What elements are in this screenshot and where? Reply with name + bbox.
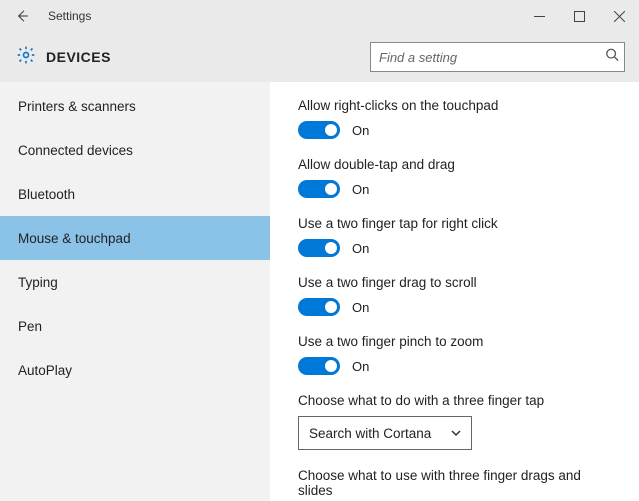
sidebar-item-bluetooth[interactable]: Bluetooth	[0, 172, 270, 216]
content-panel: Allow right-clicks on the touchpad On Al…	[270, 82, 639, 501]
setting-three-finger-drag: Choose what to use with three finger dra…	[298, 468, 617, 501]
sidebar-item-connected-devices[interactable]: Connected devices	[0, 128, 270, 172]
setting-two-finger-tap: Use a two finger tap for right click On	[298, 216, 617, 257]
sidebar-item-label: Pen	[18, 319, 42, 334]
toggle-row: On	[298, 180, 617, 198]
setting-label: Choose what to do with a three finger ta…	[298, 393, 617, 408]
select-three-finger-tap[interactable]: Search with Cortana	[298, 416, 472, 450]
header: DEVICES	[0, 32, 639, 82]
window-title: Settings	[48, 9, 91, 23]
setting-two-finger-drag: Use a two finger drag to scroll On	[298, 275, 617, 316]
back-button[interactable]	[10, 4, 34, 28]
body: Printers & scanners Connected devices Bl…	[0, 82, 639, 501]
toggle-row: On	[298, 298, 617, 316]
toggle-state: On	[352, 182, 369, 197]
page-title: DEVICES	[46, 49, 111, 65]
sidebar-item-label: Bluetooth	[18, 187, 75, 202]
sidebar-item-printers-scanners[interactable]: Printers & scanners	[0, 84, 270, 128]
toggle-switch[interactable]	[298, 298, 340, 316]
sidebar-item-label: Connected devices	[18, 143, 133, 158]
toggle-state: On	[352, 359, 369, 374]
maximize-icon	[574, 11, 585, 22]
toggle-switch[interactable]	[298, 121, 340, 139]
titlebar: Settings	[0, 0, 639, 32]
setting-right-clicks: Allow right-clicks on the touchpad On	[298, 98, 617, 139]
sidebar-item-mouse-touchpad[interactable]: Mouse & touchpad	[0, 216, 270, 260]
arrow-left-icon	[14, 8, 30, 24]
minimize-icon	[534, 11, 545, 22]
minimize-button[interactable]	[519, 0, 559, 32]
toggle-row: On	[298, 121, 617, 139]
sidebar-item-typing[interactable]: Typing	[0, 260, 270, 304]
titlebar-left: Settings	[10, 4, 91, 28]
window-controls	[519, 0, 639, 32]
search-icon	[605, 48, 619, 67]
setting-two-finger-pinch: Use a two finger pinch to zoom On	[298, 334, 617, 375]
toggle-switch[interactable]	[298, 180, 340, 198]
toggle-row: On	[298, 357, 617, 375]
chevron-down-icon	[451, 426, 461, 441]
toggle-row: On	[298, 239, 617, 257]
setting-label: Use a two finger tap for right click	[298, 216, 617, 231]
setting-label: Choose what to use with three finger dra…	[298, 468, 617, 498]
gear-icon	[16, 45, 36, 70]
close-button[interactable]	[599, 0, 639, 32]
setting-label: Allow right-clicks on the touchpad	[298, 98, 617, 113]
toggle-switch[interactable]	[298, 357, 340, 375]
close-icon	[614, 11, 625, 22]
toggle-state: On	[352, 241, 369, 256]
sidebar-item-label: Mouse & touchpad	[18, 231, 131, 246]
setting-double-tap-drag: Allow double-tap and drag On	[298, 157, 617, 198]
setting-three-finger-tap: Choose what to do with a three finger ta…	[298, 393, 617, 450]
sidebar: Printers & scanners Connected devices Bl…	[0, 82, 270, 501]
setting-label: Use a two finger drag to scroll	[298, 275, 617, 290]
toggle-state: On	[352, 123, 369, 138]
search-input[interactable]	[370, 42, 625, 72]
maximize-button[interactable]	[559, 0, 599, 32]
toggle-switch[interactable]	[298, 239, 340, 257]
sidebar-item-pen[interactable]: Pen	[0, 304, 270, 348]
sidebar-item-autoplay[interactable]: AutoPlay	[0, 348, 270, 392]
setting-label: Use a two finger pinch to zoom	[298, 334, 617, 349]
header-left: DEVICES	[16, 45, 111, 70]
sidebar-item-label: AutoPlay	[18, 363, 72, 378]
setting-label: Allow double-tap and drag	[298, 157, 617, 172]
select-value: Search with Cortana	[309, 426, 431, 441]
sidebar-item-label: Printers & scanners	[18, 99, 136, 114]
sidebar-item-label: Typing	[18, 275, 58, 290]
search-wrap	[370, 42, 625, 72]
toggle-state: On	[352, 300, 369, 315]
